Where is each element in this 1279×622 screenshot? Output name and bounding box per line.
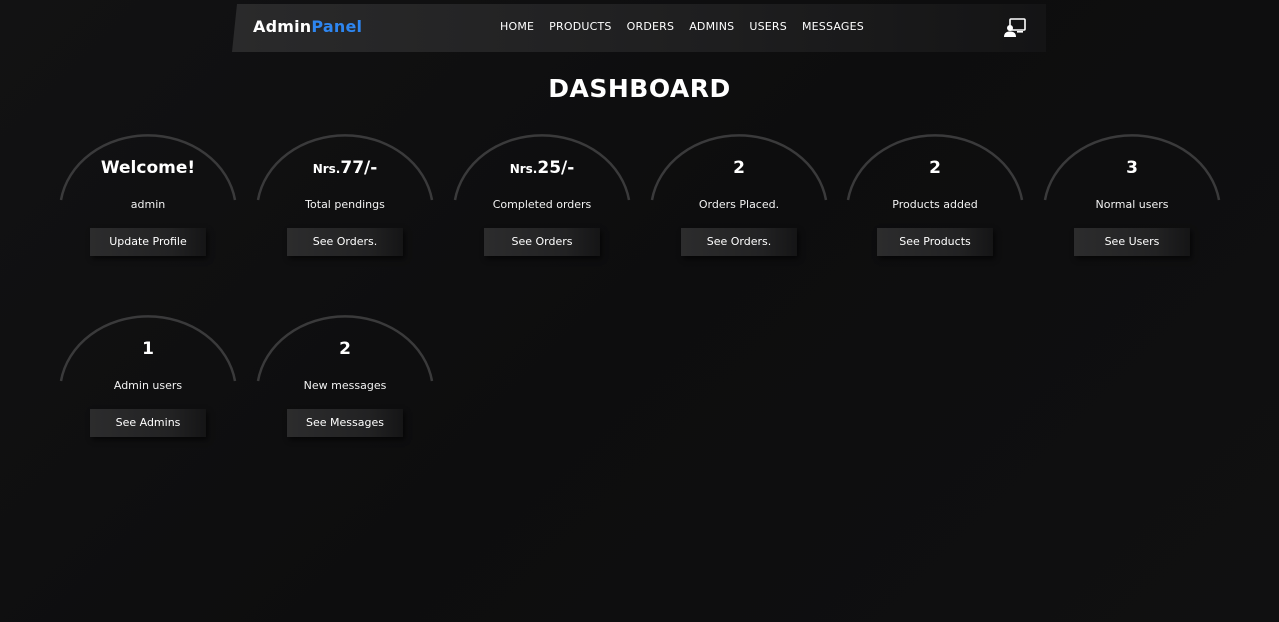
card-button-new-messages[interactable]: See Messages	[287, 409, 403, 437]
card-new-messages: 2 New messages See Messages	[256, 303, 434, 453]
card-value-number: 2	[929, 158, 941, 178]
card-value-number: 3	[1126, 158, 1138, 178]
card-button-normal-users[interactable]: See Users	[1074, 228, 1190, 256]
nav-users-link[interactable]: USERS	[749, 20, 787, 33]
card-button-welcome[interactable]: Update Profile	[90, 228, 206, 256]
card-button-completed-orders[interactable]: See Orders	[484, 228, 600, 256]
card-label: Total pendings	[305, 198, 385, 211]
card-value-number: 25/-	[537, 158, 575, 178]
card-label: Products added	[892, 198, 978, 211]
card-value: 3	[1043, 158, 1221, 178]
card-label: admin	[130, 198, 166, 211]
card-products-added: 2 Products added See Products	[846, 122, 1024, 272]
card-value-number: 1	[142, 339, 154, 359]
nav-links: HOME PRODUCTS ORDERS ADMINS USERS MESSAG…	[500, 20, 864, 33]
card-label: New messages	[303, 379, 387, 392]
card-admin-users: 1 Admin users See Admins	[59, 303, 237, 453]
card-value: 2	[846, 158, 1024, 178]
card-value: 2	[650, 158, 828, 178]
card-label: Orders Placed.	[698, 198, 780, 211]
nav-messages-link[interactable]: MESSAGES	[802, 20, 864, 33]
card-value-number: Welcome!	[100, 158, 196, 178]
card-label: Normal users	[1095, 198, 1169, 211]
card-completed-orders: Nrs.25/- Completed orders See Orders	[453, 122, 631, 272]
card-button-products-added[interactable]: See Products	[877, 228, 993, 256]
brand-part-panel: Panel	[311, 17, 363, 36]
card-normal-users: 3 Normal users See Users	[1043, 122, 1221, 272]
nav-admins-link[interactable]: ADMINS	[689, 20, 734, 33]
card-value: Nrs.25/-	[453, 158, 631, 178]
card-value: Welcome!	[59, 158, 237, 178]
brand-part-admin: Admin	[253, 17, 312, 36]
card-value-number: 2	[733, 158, 745, 178]
nav-orders-link[interactable]: ORDERS	[627, 20, 675, 33]
user-monitor-icon[interactable]	[1004, 18, 1026, 38]
card-value-number: 2	[339, 339, 351, 359]
card-total-pendings: Nrs.77/- Total pendings See Orders.	[256, 122, 434, 272]
card-value-prefix: Nrs.	[509, 162, 538, 176]
card-value: Nrs.77/-	[256, 158, 434, 178]
brand-logo[interactable]: AdminPanel	[253, 17, 362, 36]
card-value-number: 77/-	[340, 158, 378, 178]
card-label: Completed orders	[492, 198, 592, 211]
nav-home-link[interactable]: HOME	[500, 20, 534, 33]
card-button-orders-placed[interactable]: See Orders.	[681, 228, 797, 256]
card-value-prefix: Nrs.	[312, 162, 341, 176]
card-button-total-pendings[interactable]: See Orders.	[287, 228, 403, 256]
card-welcome: Welcome! admin Update Profile	[59, 122, 237, 272]
card-value: 2	[256, 339, 434, 359]
nav-products-link[interactable]: PRODUCTS	[549, 20, 611, 33]
card-label: Admin users	[113, 379, 183, 392]
card-button-admin-users[interactable]: See Admins	[90, 409, 206, 437]
page-title: DASHBOARD	[548, 74, 731, 103]
card-orders-placed: 2 Orders Placed. See Orders.	[650, 122, 828, 272]
card-value: 1	[59, 339, 237, 359]
top-navbar: AdminPanel HOME PRODUCTS ORDERS ADMINS U…	[232, 4, 1046, 52]
